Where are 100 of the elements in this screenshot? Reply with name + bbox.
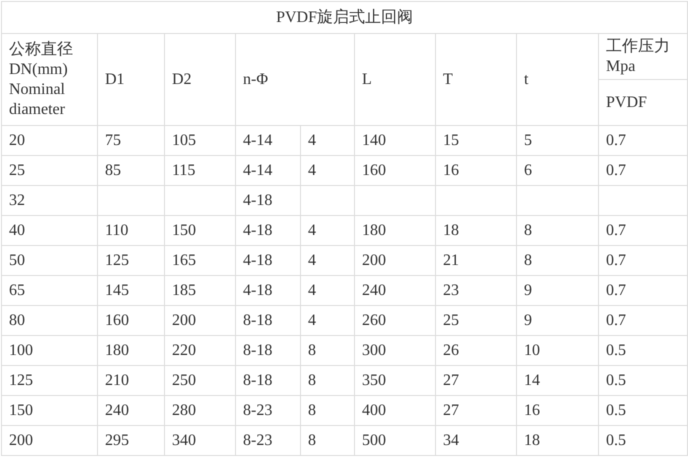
table-cell: 280: [164, 396, 236, 426]
table-cell: 4: [300, 306, 354, 336]
table-cell: 240: [354, 276, 436, 306]
table-cell: 0.5: [598, 366, 688, 396]
table-cell: 400: [354, 396, 436, 426]
table-cell: 4: [300, 216, 354, 246]
table-cell: 26: [436, 336, 516, 366]
table-cell: 14: [516, 366, 598, 396]
table-cell: 4: [300, 246, 354, 276]
table-cell: 8-23: [236, 396, 300, 426]
table-cell: 0.7: [598, 126, 688, 156]
table-cell: 8: [300, 426, 354, 456]
table-cell: 4: [300, 156, 354, 186]
table-cell: 21: [436, 246, 516, 276]
column-header: D1: [98, 34, 164, 126]
table-cell: 65: [2, 276, 98, 306]
table-cell: 185: [164, 276, 236, 306]
table-cell: 15: [436, 126, 516, 156]
table-cell: 0.5: [598, 336, 688, 366]
table-cell: 300: [354, 336, 436, 366]
table-cell: 5: [516, 126, 598, 156]
table-cell: 16: [516, 396, 598, 426]
table-cell: 18: [516, 426, 598, 456]
table-cell: 500: [354, 426, 436, 456]
table-cell: 295: [98, 426, 164, 456]
table-title: PVDF旋启式止回阀: [2, 2, 688, 34]
table-cell: 4: [300, 276, 354, 306]
table-cell: 165: [164, 246, 236, 276]
table-cell: 8-23: [236, 426, 300, 456]
column-header: D2: [164, 34, 236, 126]
column-header: 公称直径 DN(mm) Nominal diameter: [2, 34, 98, 126]
table-cell: 25: [2, 156, 98, 186]
table-cell: 18: [436, 216, 516, 246]
column-header: T: [436, 34, 516, 126]
table-cell: 8-18: [236, 366, 300, 396]
table-cell: 32: [2, 186, 98, 216]
table-cell: 150: [2, 396, 98, 426]
table-cell: 20: [2, 126, 98, 156]
table-cell: 9: [516, 276, 598, 306]
column-header: t: [516, 34, 598, 126]
table-cell: 8: [516, 216, 598, 246]
column-header: L: [354, 34, 436, 126]
table-cell: 75: [98, 126, 164, 156]
column-header: PVDF: [598, 80, 688, 126]
column-header: 工作压力Mpa: [598, 34, 688, 80]
table-cell: 4-14: [236, 156, 300, 186]
table-cell: 260: [354, 306, 436, 336]
table-cell: 0.7: [598, 216, 688, 246]
table-cell: 8-18: [236, 336, 300, 366]
table-cell: 200: [2, 426, 98, 456]
table-cell: 340: [164, 426, 236, 456]
column-header: n-Φ: [236, 34, 354, 126]
table-cell: 0.7: [598, 306, 688, 336]
table-cell: 85: [98, 156, 164, 186]
table-cell: 110: [98, 216, 164, 246]
table-cell: 50: [2, 246, 98, 276]
table-cell: 4-18: [236, 246, 300, 276]
table-cell: 4: [300, 126, 354, 156]
table-cell: 180: [98, 336, 164, 366]
table-cell: 16: [436, 156, 516, 186]
table-cell: 250: [164, 366, 236, 396]
table-cell: 0.5: [598, 426, 688, 456]
table-cell: 0.7: [598, 156, 688, 186]
table-cell: 125: [98, 246, 164, 276]
table-cell: 240: [98, 396, 164, 426]
table-cell: 27: [436, 366, 516, 396]
table-cell: 8-18: [236, 306, 300, 336]
table-cell: 9: [516, 306, 598, 336]
table-cell: 350: [354, 366, 436, 396]
table-cell: 4-18: [236, 216, 300, 246]
table-cell: 0.7: [598, 276, 688, 306]
table-cell: 160: [354, 156, 436, 186]
table-cell: 125: [2, 366, 98, 396]
table-cell: 210: [98, 366, 164, 396]
table-cell: 34: [436, 426, 516, 456]
table-cell: 23: [436, 276, 516, 306]
table-cell: 8: [300, 366, 354, 396]
table-cell: 8: [300, 336, 354, 366]
table-cell: 10: [516, 336, 598, 366]
table-cell: 200: [354, 246, 436, 276]
table-cell: 220: [164, 336, 236, 366]
table-cell: 150: [164, 216, 236, 246]
table-cell: 0.5: [598, 396, 688, 426]
table-cell: 105: [164, 126, 236, 156]
table-cell: 200: [164, 306, 236, 336]
table-cell: 80: [2, 306, 98, 336]
table-cell: 115: [164, 156, 236, 186]
table-cell: 27: [436, 396, 516, 426]
table-cell: 100: [2, 336, 98, 366]
table-cell: 4-14: [236, 126, 300, 156]
table-cell: 8: [516, 246, 598, 276]
table-cell: 8: [300, 396, 354, 426]
table-cell: 25: [436, 306, 516, 336]
table-cell: 4-18: [236, 186, 300, 216]
table-cell: 40: [2, 216, 98, 246]
table-cell: 6: [516, 156, 598, 186]
table-cell: 0.7: [598, 246, 688, 276]
table-cell: 4-18: [236, 276, 300, 306]
table-cell: 140: [354, 126, 436, 156]
table-cell: 180: [354, 216, 436, 246]
